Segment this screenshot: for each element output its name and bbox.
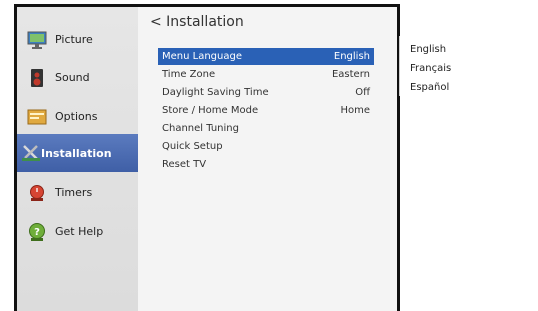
menu-item-value: Off: [355, 87, 370, 98]
options-panel-icon: [27, 107, 47, 127]
menu-item-quick-setup[interactable]: Quick Setup: [158, 138, 374, 155]
speaker-icon: [27, 68, 47, 88]
menu-item-value: Eastern: [331, 69, 370, 80]
sidebar-item-picture[interactable]: Picture: [17, 21, 138, 58]
sidebar-item-label: Sound: [55, 71, 90, 84]
menu-item-channel-tuning[interactable]: Channel Tuning: [158, 120, 374, 137]
menu-item-menu-language[interactable]: Menu Language English: [158, 48, 374, 65]
menu-item-label: Quick Setup: [162, 141, 223, 152]
menu-item-label: Time Zone: [162, 69, 216, 80]
menu-item-value: English: [333, 51, 370, 62]
timer-icon: [27, 183, 47, 203]
monitor-icon: [27, 30, 47, 50]
svg-text:?: ?: [34, 227, 40, 238]
menu-item-label: Channel Tuning: [162, 123, 239, 134]
main-panel: < Installation Menu Language English Tim…: [138, 7, 397, 311]
sidebar-item-label: Get Help: [55, 225, 104, 238]
menu-item-store-home-mode[interactable]: Store / Home Mode Home: [158, 102, 374, 119]
help-icon: ?: [27, 222, 47, 242]
language-dropdown: English Français Español: [399, 36, 538, 96]
language-option-english[interactable]: English: [410, 44, 446, 55]
sidebar-item-sound[interactable]: Sound: [17, 59, 138, 96]
sidebar: Picture Sound Options Installation Timer…: [17, 7, 139, 311]
menu-item-time-zone[interactable]: Time Zone Eastern: [158, 66, 374, 83]
sidebar-item-label: Installation: [41, 146, 112, 160]
sidebar-item-label: Options: [55, 110, 98, 123]
sidebar-item-get-help[interactable]: ? Get Help: [17, 213, 138, 250]
language-option-espanol[interactable]: Español: [410, 82, 449, 93]
language-option-francais[interactable]: Français: [410, 63, 451, 74]
page-title[interactable]: < Installation: [150, 14, 244, 30]
sidebar-item-label: Picture: [55, 33, 93, 46]
menu-item-value: Home: [340, 105, 370, 116]
sidebar-item-label: Timers: [55, 186, 93, 199]
sidebar-item-timers[interactable]: Timers: [17, 174, 138, 211]
menu-item-daylight-saving-time[interactable]: Daylight Saving Time Off: [158, 84, 374, 101]
menu-item-label: Menu Language: [162, 51, 242, 62]
sidebar-item-installation[interactable]: Installation: [17, 134, 138, 172]
menu-item-label: Store / Home Mode: [162, 105, 259, 116]
menu-item-reset-tv[interactable]: Reset TV: [158, 156, 374, 173]
menu-item-label: Reset TV: [162, 159, 207, 170]
tv-screen: Picture Sound Options Installation Timer…: [14, 4, 400, 311]
sidebar-item-options[interactable]: Options: [17, 98, 138, 135]
menu-item-label: Daylight Saving Time: [162, 87, 269, 98]
tools-icon: [21, 143, 41, 163]
